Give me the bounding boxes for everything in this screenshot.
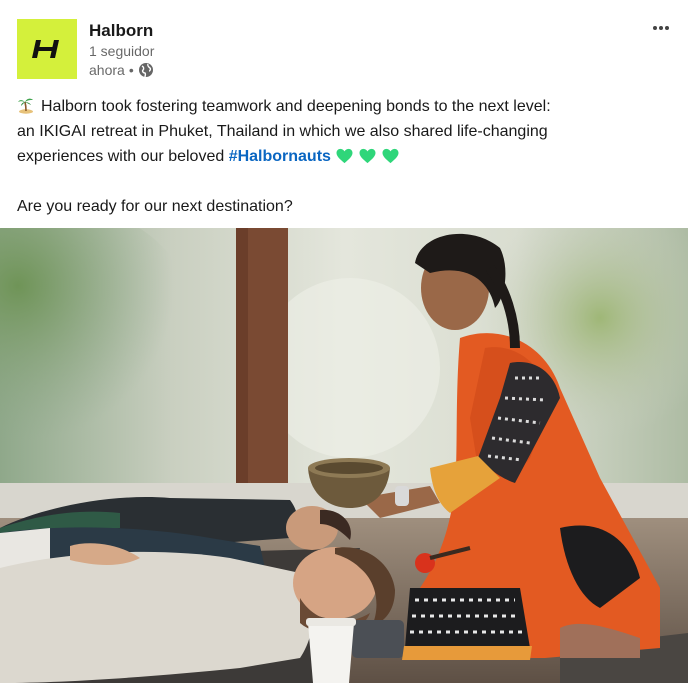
post-image[interactable] xyxy=(0,228,688,683)
post-line-3: experiences with our beloved #Halbornaut… xyxy=(17,144,677,169)
post-line-5: Are you ready for our next destination? xyxy=(17,198,293,215)
post-header: Halborn 1 seguidor ahora • xyxy=(17,18,677,82)
more-options-button[interactable] xyxy=(647,18,675,38)
post-line-2: an IKIGAI retreat in Phuket, Thailand in… xyxy=(17,123,548,140)
post-time: ahora xyxy=(89,62,125,78)
post-line-1: Halborn took fostering teamwork and deep… xyxy=(17,94,677,119)
time-separator: • xyxy=(128,62,134,78)
post-text: Halborn took fostering teamwork and deep… xyxy=(17,94,677,219)
author-name[interactable]: Halborn xyxy=(89,20,154,42)
halborn-h-logo-icon xyxy=(32,40,59,58)
feed-post: Halborn 1 seguidor ahora • Halborn took … xyxy=(0,0,688,683)
green-heart-icon xyxy=(382,148,399,164)
post-time-row: ahora • xyxy=(89,60,154,80)
follower-count: 1 seguidor xyxy=(89,43,155,59)
post-line-3-text: experiences with our beloved xyxy=(17,148,229,165)
hashtag-link[interactable]: #Halbornauts xyxy=(229,148,331,165)
globe-icon xyxy=(138,63,153,78)
more-horizontal-icon xyxy=(653,26,669,30)
palm-island-icon xyxy=(18,98,33,114)
post-line-1-text: Halborn took fostering teamwork and deep… xyxy=(41,98,551,115)
green-heart-icon xyxy=(359,148,376,164)
green-heart-icon xyxy=(336,148,353,164)
sound-bowl-meditation-photo xyxy=(0,228,688,683)
company-logo[interactable] xyxy=(17,19,77,79)
author-meta: Halborn 1 seguidor ahora • xyxy=(89,20,154,80)
